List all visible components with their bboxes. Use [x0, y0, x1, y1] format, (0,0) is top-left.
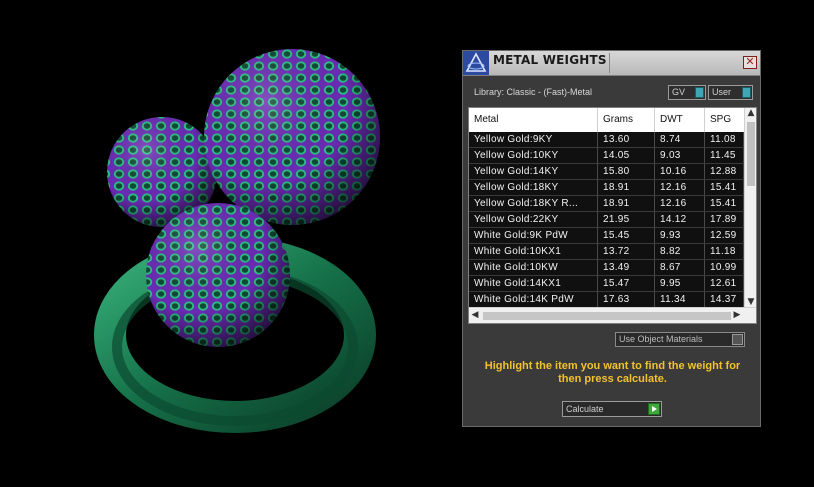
horizontal-scrollbar[interactable]: ◀ ▶	[469, 307, 756, 323]
grams-cell: 15.47	[598, 276, 655, 291]
metal-cell: White Gold:10KW	[469, 260, 598, 275]
spg-cell: 12.59	[705, 228, 744, 243]
calculate-button-label: Calculate	[566, 404, 604, 414]
title-bar[interactable]: METAL WEIGHTS ✕	[463, 51, 760, 76]
front-sphere	[146, 203, 290, 347]
spg-cell: 15.41	[705, 180, 744, 195]
grams-cell: 13.49	[598, 260, 655, 275]
spg-cell: 15.41	[705, 196, 744, 211]
toggle-knob-icon	[742, 87, 751, 98]
column-header-spg[interactable]: SPG	[705, 108, 744, 132]
vertical-scrollbar[interactable]: ▲ ▼	[744, 108, 756, 307]
table-row[interactable]: Yellow Gold:18KY 18.91 12.16 15.41	[469, 180, 744, 196]
app-logo-icon	[463, 51, 489, 75]
grams-cell: 18.91	[598, 180, 655, 195]
gv-toggle[interactable]: GV	[668, 85, 706, 100]
grams-cell: 17.63	[598, 292, 655, 307]
grams-cell: 14.05	[598, 148, 655, 163]
table-header: Metal Grams DWT SPG	[469, 108, 744, 133]
dwt-cell: 9.03	[655, 148, 705, 163]
horizontal-scroll-thumb[interactable]	[483, 312, 731, 320]
metal-cell: Yellow Gold:10KY	[469, 148, 598, 163]
scroll-left-icon[interactable]: ◀	[469, 310, 481, 320]
table-row[interactable]: Yellow Gold:14KY 15.80 10.16 12.88	[469, 164, 744, 180]
grams-cell: 13.60	[598, 132, 655, 147]
dwt-cell: 12.16	[655, 180, 705, 195]
dwt-cell: 11.34	[655, 292, 705, 307]
user-toggle[interactable]: User	[708, 85, 753, 100]
metal-cell: White Gold:9K PdW	[469, 228, 598, 243]
table-row[interactable]: Yellow Gold:22KY 21.95 14.12 17.89	[469, 212, 744, 228]
metal-cell: Yellow Gold:22KY	[469, 212, 598, 227]
table-row[interactable]: Yellow Gold:10KY 14.05 9.03 11.45	[469, 148, 744, 164]
use-object-materials-toggle[interactable]: Use Object Materials	[615, 332, 745, 347]
table-row[interactable]: White Gold:10KW 13.49 8.67 10.99	[469, 260, 744, 276]
spg-cell: 10.99	[705, 260, 744, 275]
dwt-cell: 12.16	[655, 196, 705, 211]
grams-cell: 15.45	[598, 228, 655, 243]
table-body: Yellow Gold:9KY 13.60 8.74 11.08 Yellow Gol…	[469, 132, 744, 308]
large-sphere	[204, 49, 380, 225]
scroll-down-icon[interactable]: ▼	[745, 297, 756, 307]
table-row[interactable]: Yellow Gold:18KY R... 18.91 12.16 15.41	[469, 196, 744, 212]
metal-table: Metal Grams DWT SPG Yellow Gold:9KY 13.60…	[468, 107, 757, 324]
table-row[interactable]: Yellow Gold:9KY 13.60 8.74 11.08	[469, 132, 744, 148]
table-row[interactable]: White Gold:10KX1 13.72 8.82 11.18	[469, 244, 744, 260]
dwt-cell: 8.74	[655, 132, 705, 147]
use-object-materials-label: Use Object Materials	[619, 334, 703, 344]
toggle-knob-icon	[732, 334, 743, 345]
close-button[interactable]: ✕	[743, 56, 757, 69]
dwt-cell: 8.82	[655, 244, 705, 259]
user-toggle-label: User	[712, 87, 732, 97]
metal-cell: White Gold:14KX1	[469, 276, 598, 291]
spg-cell: 14.37	[705, 292, 744, 307]
dwt-cell: 14.12	[655, 212, 705, 227]
ring-render	[94, 49, 380, 433]
spg-cell: 11.18	[705, 244, 744, 259]
scroll-up-icon[interactable]: ▲	[745, 108, 756, 118]
dwt-cell: 9.95	[655, 276, 705, 291]
dwt-cell: 8.67	[655, 260, 705, 275]
grams-cell: 15.80	[598, 164, 655, 179]
metal-weights-panel: METAL WEIGHTS ✕ Library: Classic - (Fast…	[462, 50, 761, 427]
spg-cell: 12.61	[705, 276, 744, 291]
spg-cell: 11.08	[705, 132, 744, 147]
metal-cell: White Gold:10KX1	[469, 244, 598, 259]
panel-title: METAL WEIGHTS	[493, 53, 607, 67]
dwt-cell: 9.93	[655, 228, 705, 243]
title-divider	[609, 53, 610, 73]
metal-cell: Yellow Gold:18KY	[469, 180, 598, 195]
column-header-metal[interactable]: Metal	[469, 108, 598, 132]
grams-cell: 21.95	[598, 212, 655, 227]
play-arrow-icon	[648, 403, 660, 415]
toggle-knob-icon	[695, 87, 704, 98]
metal-cell: Yellow Gold:18KY R...	[469, 196, 598, 211]
metal-cell: White Gold:14K PdW	[469, 292, 598, 307]
column-header-grams[interactable]: Grams	[598, 108, 655, 132]
grams-cell: 18.91	[598, 196, 655, 211]
metal-cell: Yellow Gold:9KY	[469, 132, 598, 147]
spg-cell: 11.45	[705, 148, 744, 163]
grams-cell: 13.72	[598, 244, 655, 259]
spg-cell: 12.88	[705, 164, 744, 179]
gv-toggle-label: GV	[672, 87, 686, 97]
calculate-button[interactable]: Calculate	[562, 401, 662, 417]
3d-viewport[interactable]	[0, 0, 460, 483]
library-label: Library: Classic - (Fast)-Metal	[474, 87, 593, 97]
scroll-right-icon[interactable]: ▶	[731, 310, 743, 320]
table-row[interactable]: White Gold:14K PdW 17.63 11.34 14.37	[469, 292, 744, 308]
vertical-scroll-thumb[interactable]	[747, 122, 755, 186]
metal-cell: Yellow Gold:14KY	[469, 164, 598, 179]
table-row[interactable]: White Gold:14KX1 15.47 9.95 12.61	[469, 276, 744, 292]
column-header-dwt[interactable]: DWT	[655, 108, 705, 132]
dwt-cell: 10.16	[655, 164, 705, 179]
instruction-text: Highlight the item you want to find the …	[484, 360, 741, 385]
spg-cell: 17.89	[705, 212, 744, 227]
table-row[interactable]: White Gold:9K PdW 15.45 9.93 12.59	[469, 228, 744, 244]
